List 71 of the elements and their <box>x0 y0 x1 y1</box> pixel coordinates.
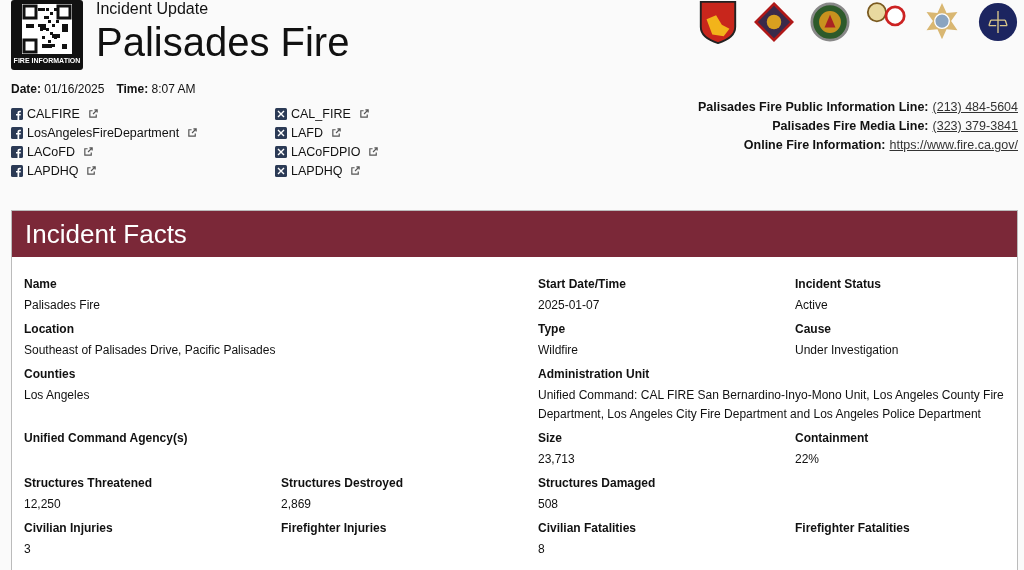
field-label: Unified Command Agency(s) <box>24 431 189 447</box>
external-link-icon <box>87 108 99 119</box>
external-link-icon <box>187 127 199 138</box>
field-value: Southeast of Palisades Drive, Pacific Palisades <box>24 342 277 359</box>
field-label: Firefighter Injuries <box>281 521 388 537</box>
contact-link[interactable]: (213) 484-5604 <box>932 100 1018 116</box>
social-link[interactable]: LACoFD <box>27 144 75 159</box>
facebook-icon <box>11 145 23 158</box>
field-value: 23,713 <box>538 451 576 468</box>
social-link[interactable]: CAL_FIRE <box>291 106 351 121</box>
field-label: Structures Damaged <box>538 476 657 492</box>
field-label: Location <box>24 322 75 338</box>
page-title: Palisades Fire <box>96 19 350 66</box>
x-icon <box>275 126 287 139</box>
social-link[interactable]: LAPDHQ <box>27 163 79 178</box>
external-link-icon <box>82 146 94 157</box>
external-link-icon <box>86 165 98 176</box>
facebook-icon <box>11 164 23 177</box>
social-link[interactable]: CALFIRE <box>27 106 80 121</box>
contact-label: Palisades Fire Public Information Line: <box>697 100 929 116</box>
date-text: Date: 01/16/2025 <box>11 82 105 96</box>
field-value: Active <box>795 297 829 314</box>
field-value: Wildfire <box>538 342 579 359</box>
contact-link[interactable]: https://www.fire.ca.gov/ <box>889 138 1018 154</box>
field-label: Administration Unit <box>538 367 651 383</box>
social-link[interactable]: LAPDHQ <box>291 163 343 178</box>
social-link[interactable]: LACoFDPIO <box>291 144 361 159</box>
x-icon <box>275 145 287 158</box>
field-value: 22% <box>795 451 821 468</box>
field-label: Structures Destroyed <box>281 476 405 492</box>
time-text: Time: 8:07 AM <box>116 82 196 96</box>
field-value: 8 <box>538 541 546 558</box>
shield-logo-icon <box>698 0 738 44</box>
field-value: Palisades Fire <box>24 297 102 314</box>
field-value: Under Investigation <box>795 342 900 359</box>
external-link-icon <box>358 108 370 119</box>
panel-title: Incident Facts <box>25 218 187 250</box>
x-icon <box>275 107 287 120</box>
field-label: Name <box>24 277 58 293</box>
field-value: 3 <box>24 541 32 558</box>
contact-label: Palisades Fire Media Line: <box>772 119 929 135</box>
field-value: Unified Command: CAL FIRE San Bernardino-Inyo-Mono Unit, Los Angeles County Fire Department, Los Angeles City Fire Department and Los Angeles Police Department <box>538 387 1005 423</box>
field-value: 2025-01-07 <box>538 297 601 314</box>
field-label: Containment <box>795 431 870 447</box>
external-link-icon <box>330 127 342 138</box>
external-link-icon <box>368 146 380 157</box>
social-link[interactable]: LosAngelesFireDepartment <box>27 125 180 140</box>
field-label: Start Date/Time <box>538 277 627 293</box>
field-label: Cause <box>795 322 833 338</box>
field-label: Type <box>538 322 567 338</box>
field-label: Structures Threatened <box>24 476 154 492</box>
field-value: 508 <box>538 496 560 513</box>
external-link-icon <box>350 165 362 176</box>
field-value: 2,869 <box>281 496 313 513</box>
field-label: Civilian Injuries <box>24 521 114 537</box>
subtitle: Incident Update <box>96 0 210 18</box>
social-link[interactable]: LAFD <box>291 125 323 140</box>
field-label: Incident Status <box>795 277 882 293</box>
field-label: Civilian Fatalities <box>538 521 638 537</box>
contact-link[interactable]: (323) 379-3841 <box>932 119 1018 135</box>
badge-logo-icon <box>754 0 794 44</box>
field-value: Los Angeles <box>24 387 91 404</box>
facebook-icon <box>11 126 23 139</box>
field-value: 12,250 <box>24 496 62 513</box>
contact-label: Online Fire Information: <box>743 138 886 154</box>
x-icon <box>275 164 287 177</box>
facebook-icon <box>11 107 23 120</box>
field-label: Firefighter Fatalities <box>795 521 911 537</box>
field-label: Counties <box>24 367 77 383</box>
qr-code-icon <box>22 4 72 54</box>
field-label: Size <box>538 431 563 447</box>
